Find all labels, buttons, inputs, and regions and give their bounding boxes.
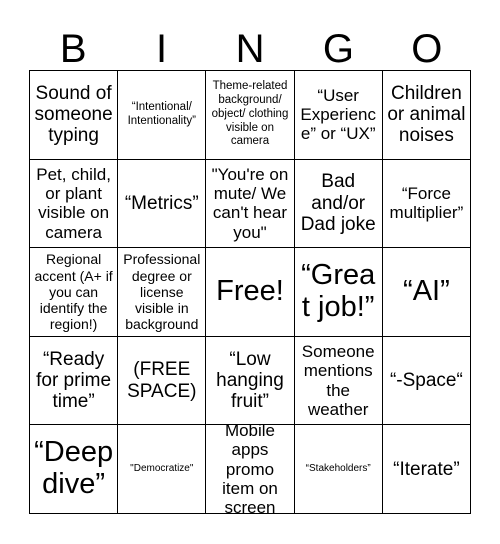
bingo-cell[interactable]: “-Space“ (382, 336, 471, 426)
bingo-cell-label: Someone mentions the weather (301, 341, 375, 419)
bingo-cell-label: "Democratize" (130, 463, 194, 475)
bingo-cell-label: “Iterate” (393, 458, 460, 480)
bingo-cell[interactable]: “Ready for prime time” (30, 336, 119, 426)
bingo-cell-label: Free! (216, 275, 284, 308)
bingo-cell-label: Children or animal noises (387, 82, 466, 147)
bingo-cell[interactable]: “Low hanging fruit” (206, 336, 295, 426)
bingo-cell[interactable]: “Stakeholders” (294, 425, 383, 514)
bingo-cell-label: Regional accent (A+ if you can identify … (34, 251, 113, 333)
bingo-cell[interactable]: “Intentional/ Intentionality” (118, 71, 207, 160)
bingo-cell-label: Mobile apps promo item on screen (222, 425, 278, 514)
bingo-cell[interactable]: Sound of someone typing (30, 71, 119, 160)
bingo-cell-label: “Metrics” (124, 192, 199, 214)
bingo-cell[interactable]: Pet, child, or plant visible on camera (30, 159, 119, 249)
bingo-cell-label: (FREE SPACE) (127, 359, 197, 402)
bingo-cell-free[interactable]: Free! (206, 248, 295, 337)
bingo-cell[interactable]: Regional accent (A+ if you can identify … (30, 248, 119, 337)
bingo-cell[interactable]: Theme-related background/ object/ clothi… (206, 71, 295, 160)
bingo-grid: Sound of someone typing “Intentional/ In… (29, 70, 471, 514)
bingo-cell[interactable]: Professional degree or license visible i… (118, 248, 207, 337)
bingo-cell[interactable]: Bad and/or Dad joke (294, 159, 383, 249)
bingo-cell-label: Pet, child, or plant visible on camera (36, 164, 111, 242)
bingo-cell[interactable]: "You're on mute/ We can't hear you" (206, 159, 295, 249)
bingo-cell-free-space[interactable]: (FREE SPACE) (118, 336, 207, 426)
bingo-cell[interactable]: “Metrics” (118, 159, 207, 249)
bingo-cell-label: “AI” (403, 275, 450, 308)
bingo-cell-label: “Ready for prime time” (36, 348, 112, 413)
bingo-cell-label: “Stakeholders” (305, 463, 371, 475)
header-letter-n: N (235, 27, 265, 71)
bingo-cell-label: “User Experience” or “UX” (300, 85, 376, 144)
bingo-cell-label: Bad and/or Dad joke (300, 171, 376, 236)
bingo-cell-label: Professional degree or license visible i… (123, 251, 201, 333)
bingo-cell[interactable]: “User Experience” or “UX” (294, 71, 383, 160)
header-letter-o: O (411, 27, 443, 71)
bingo-cell-label: "You're on mute/ We can't hear you" (211, 164, 289, 242)
bingo-card: B I N G O Sound of someone typing “Inten… (0, 0, 500, 544)
bingo-cell-label: “Deep dive” (34, 436, 114, 501)
bingo-cell[interactable]: “Great job!” (294, 248, 383, 337)
bingo-cell[interactable]: “AI” (382, 248, 471, 337)
bingo-cell[interactable]: Mobile apps promo item on screen (206, 425, 295, 514)
bingo-cell-label: “Great job!” (301, 259, 376, 323)
bingo-cell-label: “Low hanging fruit” (216, 348, 284, 413)
bingo-cell[interactable]: Children or animal noises (382, 71, 471, 160)
bingo-cell[interactable]: “Force multiplier” (382, 159, 471, 249)
bingo-cell-label: Sound of someone typing (34, 82, 113, 147)
header-letter-i: I (156, 27, 168, 71)
bingo-cell-label: “Intentional/ Intentionality” (127, 101, 196, 127)
bingo-header-row: B I N G O (29, 18, 471, 70)
header-letter-g: G (322, 27, 354, 71)
bingo-cell-label: “Force multiplier” (389, 184, 464, 223)
bingo-cell[interactable]: “Deep dive” (30, 425, 119, 514)
bingo-cell[interactable]: Someone mentions the weather (294, 336, 383, 426)
bingo-cell-label: Theme-related background/ object/ clothi… (211, 80, 289, 148)
bingo-cell[interactable]: “Iterate” (382, 425, 471, 514)
bingo-cell-label: “-Space“ (389, 369, 463, 391)
header-letter-b: B (59, 27, 87, 71)
bingo-cell[interactable]: "Democratize" (118, 425, 207, 514)
